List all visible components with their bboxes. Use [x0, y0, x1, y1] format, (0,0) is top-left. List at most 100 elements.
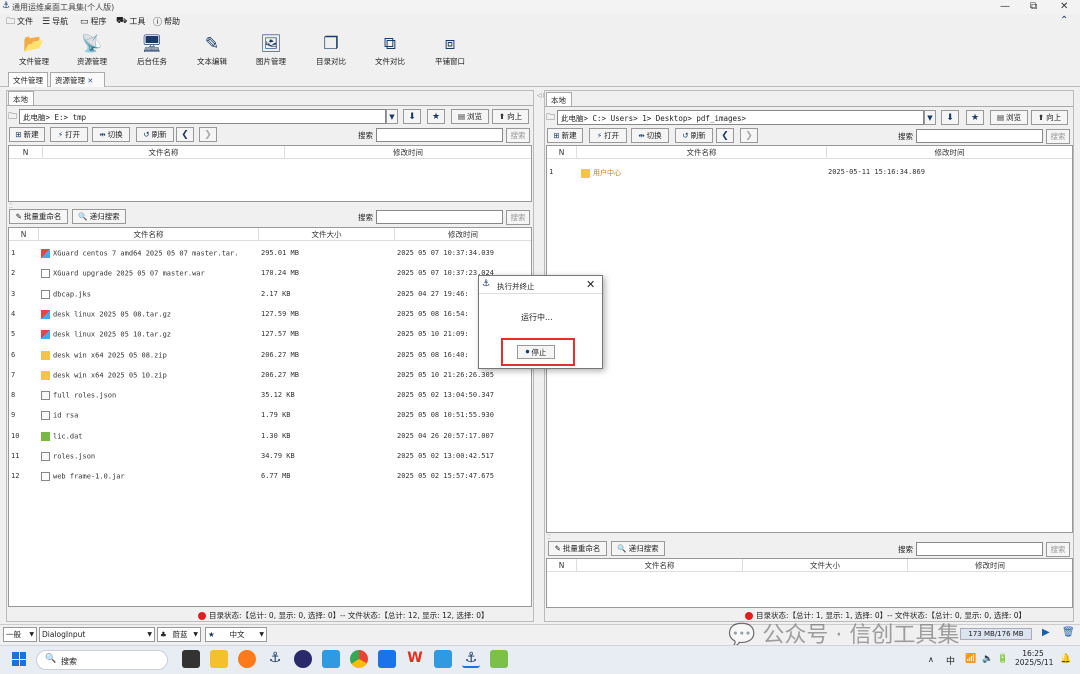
table-row[interactable]: 4 desk linux 2025 05 08.tar.gz 127.59 MB 20…: [9, 304, 531, 324]
left-recursive-search-button[interactable]: 🔍 递归搜索: [72, 209, 126, 224]
right-folder-search-input[interactable]: [916, 129, 1043, 143]
splitter-handle[interactable]: ⁚⁚: [547, 534, 551, 541]
table-row[interactable]: 1 XGuard centos 7 amd64 2025 05 07 master…: [9, 243, 531, 263]
right-up-button[interactable]: ⬆ 向上: [1031, 110, 1068, 125]
tab-file-manager[interactable]: 文件管理: [8, 72, 48, 87]
ime-indicator[interactable]: 中: [946, 654, 955, 667]
table-row[interactable]: 10 lic.dat 1.30 KB 2025 04 26 20:57:17.007: [9, 426, 531, 446]
left-file-search-button[interactable]: 搜索: [506, 210, 530, 225]
restore-icon[interactable]: ⧉: [1030, 1, 1037, 12]
forward-icon[interactable]: ❯: [740, 128, 758, 143]
right-browse-button[interactable]: ▤ 浏览: [990, 110, 1028, 125]
download-icon[interactable]: ⬇: [403, 109, 421, 124]
chrome-icon[interactable]: [350, 650, 368, 668]
download-icon[interactable]: ⬇: [941, 110, 959, 125]
windows-start-icon[interactable]: [12, 652, 26, 666]
menu-program[interactable]: ▭ 程序: [80, 16, 107, 27]
left-switch-button[interactable]: ⇹ 切换: [92, 127, 130, 142]
dropdown-arrow-icon[interactable]: ▼: [386, 109, 398, 124]
close-window-icon[interactable]: ✕: [1060, 1, 1068, 12]
right-switch-button[interactable]: ⇹ 切换: [631, 128, 669, 143]
table-row[interactable]: 1 用户中心 2025-05-11 15:16:34.869: [547, 162, 1072, 182]
right-folder-search-button[interactable]: 搜索: [1046, 129, 1070, 144]
left-folder-search-input[interactable]: [376, 128, 503, 142]
tool-resource-manager[interactable]: 📡 资源管理: [70, 34, 114, 67]
wps-icon[interactable]: W: [406, 650, 424, 668]
left-open-button[interactable]: ⚡ 打开: [50, 127, 88, 142]
anchor-app-active-icon[interactable]: ⚓: [462, 650, 480, 668]
right-new-button[interactable]: ⊞ 新建: [547, 128, 583, 143]
clock[interactable]: 16:25 2025/5/11: [1015, 649, 1053, 667]
stop-button[interactable]: ⏺ 停止: [517, 345, 555, 359]
left-browse-button[interactable]: ▤ 浏览: [451, 109, 489, 124]
right-recursive-search-button[interactable]: 🔍 递归搜索: [611, 541, 665, 556]
left-up-button[interactable]: ⬆ 向上: [492, 109, 529, 124]
app-icon[interactable]: [294, 650, 312, 668]
trash-icon[interactable]: 🗑: [1062, 627, 1075, 638]
table-row[interactable]: 7 desk win x64 2025 05 10.zip 206.27 MB 202…: [9, 365, 531, 385]
star-icon[interactable]: ★: [966, 110, 984, 125]
table-row[interactable]: 5 desk linux 2025 05 10.tar.gz 127.57 MB 20…: [9, 324, 531, 344]
app-icon[interactable]: [490, 650, 508, 668]
table-row[interactable]: 9 id rsa 1.79 KB 2025 05 08 10:51:55.930: [9, 405, 531, 425]
close-icon[interactable]: ✕: [586, 278, 595, 291]
component-select[interactable]: DialogInput ▼: [39, 627, 155, 642]
table-row[interactable]: 12 web frame-1.0.jar 6.77 MB 2025 05 02 15:…: [9, 466, 531, 486]
left-batch-rename-button[interactable]: ✎ 批量重命名: [9, 209, 68, 224]
taskbar-search[interactable]: 🔍 搜索: [36, 650, 168, 670]
menu-nav[interactable]: ☰ 导航: [42, 16, 68, 27]
left-folder-search-button[interactable]: 搜索: [506, 128, 530, 143]
left-new-button[interactable]: ⊞ 新建: [9, 127, 45, 142]
file-explorer-icon[interactable]: [210, 650, 228, 668]
tool-tile-windows[interactable]: ⧈ 平铺窗口: [428, 34, 472, 67]
menu-file[interactable]: 🗀 文件: [6, 16, 33, 27]
dropdown-arrow-icon[interactable]: ▼: [924, 110, 936, 125]
left-tab-local[interactable]: 本地: [8, 91, 34, 105]
back-icon[interactable]: ❮: [716, 128, 734, 143]
tray-chevron-icon[interactable]: ∧: [928, 655, 934, 664]
right-batch-rename-button[interactable]: ✎ 批量重命名: [548, 541, 607, 556]
right-file-search-button[interactable]: 搜索: [1046, 542, 1070, 557]
notification-icon[interactable]: 🔔: [1060, 654, 1071, 664]
tool-image-manager[interactable]: 🖼 图片管理: [249, 34, 293, 67]
firefox-icon[interactable]: [238, 650, 256, 668]
back-icon[interactable]: ❮: [176, 127, 194, 142]
tool-text-editor[interactable]: ✎ 文本编辑: [190, 34, 234, 67]
play-icon[interactable]: ▶: [1042, 627, 1050, 638]
level-select[interactable]: 一般 ▼: [3, 627, 37, 642]
table-row[interactable]: 2 XGuard upgrade 2025 05 07 master.war 170…: [9, 263, 531, 283]
minimize-icon[interactable]: —: [1000, 1, 1010, 12]
menu-tools[interactable]: ⛟ 工具: [116, 16, 145, 27]
star-icon[interactable]: ★: [427, 109, 445, 124]
menu-help[interactable]: ⓘ 帮助: [153, 16, 180, 28]
left-file-search-input[interactable]: [376, 210, 503, 224]
right-tab-local[interactable]: 本地: [546, 92, 572, 106]
app-icon[interactable]: [434, 650, 452, 668]
left-address-bar[interactable]: 此电脑> E:> tmp: [19, 109, 386, 124]
app-icon[interactable]: [322, 650, 340, 668]
table-row[interactable]: 8 full roles.json 35.12 KB 2025 05 02 13:04…: [9, 385, 531, 405]
dialog-titlebar[interactable]: ⚓ 执行并终止 ✕: [479, 276, 602, 294]
right-open-button[interactable]: ⚡ 打开: [589, 128, 627, 143]
theme-select[interactable]: ♣ 蔚蓝 ▼: [157, 627, 201, 642]
left-refresh-button[interactable]: ↺ 刷新: [136, 127, 174, 142]
right-file-search-input[interactable]: [916, 542, 1043, 556]
anchor-app-icon[interactable]: ⚓: [266, 650, 284, 668]
language-select[interactable]: ★ 中文 ▼: [205, 627, 267, 642]
task-view-icon[interactable]: [182, 650, 200, 668]
forward-icon[interactable]: ❯: [199, 127, 217, 142]
tool-dir-compare[interactable]: ❐ 目录对比: [309, 34, 353, 67]
app-icon[interactable]: [378, 650, 396, 668]
table-row[interactable]: 3 dbcap.jks 2.17 KB 2025 04 27 19:46:: [9, 284, 531, 304]
wifi-icon[interactable]: 📶: [965, 654, 976, 664]
tool-file-manager[interactable]: 📂 文件管理: [12, 34, 56, 67]
table-row[interactable]: 11 roles.json 34.79 KB 2025 05 02 13:00:42.…: [9, 446, 531, 466]
tab-resource-manager[interactable]: 资源管理 ✕: [50, 72, 105, 87]
battery-icon[interactable]: 🔋: [997, 654, 1008, 664]
collapse-icon[interactable]: ⌃: [1060, 15, 1068, 26]
right-address-bar[interactable]: 此电脑> C:> Users> 1> Desktop> pdf_images>: [557, 110, 924, 125]
right-refresh-button[interactable]: ↺ 刷新: [675, 128, 713, 143]
volume-icon[interactable]: 🔈: [982, 654, 993, 664]
tool-file-compare[interactable]: ⧉ 文件对比: [368, 34, 412, 67]
tool-background-tasks[interactable]: 🖥 后台任务: [130, 34, 174, 67]
